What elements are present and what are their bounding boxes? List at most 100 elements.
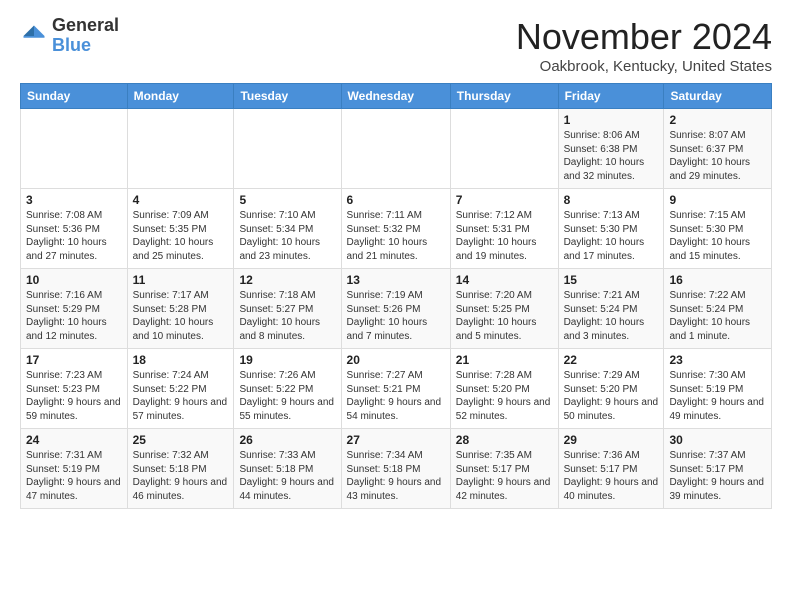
day-number: 13	[347, 273, 445, 287]
day-info: Sunrise: 7:36 AMSunset: 5:17 PMDaylight:…	[564, 449, 659, 503]
calendar-cell: 23Sunrise: 7:30 AMSunset: 5:19 PMDayligh…	[664, 349, 772, 429]
calendar-header-tuesday: Tuesday	[234, 84, 341, 109]
title-block: November 2024 Oakbrook, Kentucky, United…	[516, 16, 772, 75]
day-info: Sunrise: 7:23 AMSunset: 5:23 PMDaylight:…	[26, 369, 122, 423]
calendar-cell	[450, 109, 558, 189]
calendar-cell: 6 Sunrise: 7:11 AMSunset: 5:32 PMDaylight…	[341, 189, 450, 269]
day-number: 23	[669, 353, 766, 367]
day-info: Sunrise: 7:20 AMSunset: 5:25 PMDaylight:…	[456, 289, 553, 343]
day-info: Sunrise: 7:13 AMSunset: 5:30 PMDaylight:…	[564, 209, 659, 263]
day-info: Sunrise: 7:37 AMSunset: 5:17 PMDaylight:…	[669, 449, 766, 503]
calendar-cell: 15 Sunrise: 7:21 AMSunset: 5:24 PMDayligh…	[558, 269, 664, 349]
calendar-header-saturday: Saturday	[664, 84, 772, 109]
day-info: Sunrise: 7:33 AMSunset: 5:18 PMDaylight:…	[239, 449, 335, 503]
day-number: 17	[26, 353, 122, 367]
day-number: 6	[347, 193, 445, 207]
day-number: 28	[456, 433, 553, 447]
calendar-cell: 3 Sunrise: 7:08 AMSunset: 5:36 PMDaylight…	[21, 189, 128, 269]
day-number: 26	[239, 433, 335, 447]
page: General Blue November 2024 Oakbrook, Ken…	[0, 0, 792, 519]
day-number: 9	[669, 193, 766, 207]
logo-text: General Blue	[52, 16, 119, 56]
day-info: Sunrise: 7:26 AMSunset: 5:22 PMDaylight:…	[239, 369, 335, 423]
day-info: Sunrise: 7:22 AMSunset: 5:24 PMDaylight:…	[669, 289, 766, 343]
day-info: Sunrise: 7:18 AMSunset: 5:27 PMDaylight:…	[239, 289, 335, 343]
day-number: 4	[133, 193, 229, 207]
day-info: Sunrise: 7:19 AMSunset: 5:26 PMDaylight:…	[347, 289, 445, 343]
day-number: 1	[564, 113, 659, 127]
day-number: 14	[456, 273, 553, 287]
calendar-cell	[341, 109, 450, 189]
day-number: 16	[669, 273, 766, 287]
calendar-cell: 7 Sunrise: 7:12 AMSunset: 5:31 PMDaylight…	[450, 189, 558, 269]
day-number: 19	[239, 353, 335, 367]
calendar-week-3: 10 Sunrise: 7:16 AMSunset: 5:29 PMDayligh…	[21, 269, 772, 349]
calendar-cell: 14 Sunrise: 7:20 AMSunset: 5:25 PMDayligh…	[450, 269, 558, 349]
day-info: Sunrise: 7:08 AMSunset: 5:36 PMDaylight:…	[26, 209, 122, 263]
day-info: Sunrise: 7:28 AMSunset: 5:20 PMDaylight:…	[456, 369, 553, 423]
calendar-cell: 21 Sunrise: 7:28 AMSunset: 5:20 PMDayligh…	[450, 349, 558, 429]
calendar-cell: 29Sunrise: 7:36 AMSunset: 5:17 PMDayligh…	[558, 429, 664, 509]
day-info: Sunrise: 7:11 AMSunset: 5:32 PMDaylight:…	[347, 209, 445, 263]
day-number: 27	[347, 433, 445, 447]
day-number: 24	[26, 433, 122, 447]
day-number: 7	[456, 193, 553, 207]
day-info: Sunrise: 7:12 AMSunset: 5:31 PMDaylight:…	[456, 209, 553, 263]
day-info: Sunrise: 7:21 AMSunset: 5:24 PMDaylight:…	[564, 289, 659, 343]
calendar-cell: 9 Sunrise: 7:15 AMSunset: 5:30 PMDaylight…	[664, 189, 772, 269]
day-number: 22	[564, 353, 659, 367]
calendar-cell: 30 Sunrise: 7:37 AMSunset: 5:17 PMDayligh…	[664, 429, 772, 509]
day-info: Sunrise: 7:31 AMSunset: 5:19 PMDaylight:…	[26, 449, 122, 503]
calendar-cell	[21, 109, 128, 189]
day-info: Sunrise: 7:34 AMSunset: 5:18 PMDaylight:…	[347, 449, 445, 503]
calendar-week-2: 3 Sunrise: 7:08 AMSunset: 5:36 PMDaylight…	[21, 189, 772, 269]
calendar-table: SundayMondayTuesdayWednesdayThursdayFrid…	[20, 83, 772, 509]
calendar-week-4: 17 Sunrise: 7:23 AMSunset: 5:23 PMDayligh…	[21, 349, 772, 429]
calendar-cell	[234, 109, 341, 189]
logo-blue-text: Blue	[52, 35, 91, 55]
day-info: Sunrise: 7:35 AMSunset: 5:17 PMDaylight:…	[456, 449, 553, 503]
calendar-cell: 17 Sunrise: 7:23 AMSunset: 5:23 PMDayligh…	[21, 349, 128, 429]
calendar-header-row: SundayMondayTuesdayWednesdayThursdayFrid…	[21, 84, 772, 109]
calendar-cell: 28 Sunrise: 7:35 AMSunset: 5:17 PMDayligh…	[450, 429, 558, 509]
logo: General Blue	[20, 16, 119, 56]
calendar-week-5: 24 Sunrise: 7:31 AMSunset: 5:19 PMDayligh…	[21, 429, 772, 509]
day-number: 5	[239, 193, 335, 207]
calendar-header-friday: Friday	[558, 84, 664, 109]
calendar-cell: 2 Sunrise: 8:07 AMSunset: 6:37 PMDaylight…	[664, 109, 772, 189]
day-info: Sunrise: 8:06 AMSunset: 6:38 PMDaylight:…	[564, 129, 659, 183]
day-number: 18	[133, 353, 229, 367]
day-info: Sunrise: 7:16 AMSunset: 5:29 PMDaylight:…	[26, 289, 122, 343]
day-number: 20	[347, 353, 445, 367]
calendar-cell: 25Sunrise: 7:32 AMSunset: 5:18 PMDayligh…	[127, 429, 234, 509]
calendar-cell: 27 Sunrise: 7:34 AMSunset: 5:18 PMDayligh…	[341, 429, 450, 509]
day-info: Sunrise: 7:24 AMSunset: 5:22 PMDaylight:…	[133, 369, 229, 423]
day-info: Sunrise: 7:09 AMSunset: 5:35 PMDaylight:…	[133, 209, 229, 263]
day-info: Sunrise: 7:15 AMSunset: 5:30 PMDaylight:…	[669, 209, 766, 263]
day-number: 2	[669, 113, 766, 127]
header: General Blue November 2024 Oakbrook, Ken…	[20, 16, 772, 75]
calendar-cell	[127, 109, 234, 189]
calendar-cell: 5Sunrise: 7:10 AMSunset: 5:34 PMDaylight…	[234, 189, 341, 269]
day-number: 15	[564, 273, 659, 287]
calendar-cell: 10 Sunrise: 7:16 AMSunset: 5:29 PMDayligh…	[21, 269, 128, 349]
day-info: Sunrise: 8:07 AMSunset: 6:37 PMDaylight:…	[669, 129, 766, 183]
calendar-cell: 4 Sunrise: 7:09 AMSunset: 5:35 PMDaylight…	[127, 189, 234, 269]
day-number: 25	[133, 433, 229, 447]
day-number: 12	[239, 273, 335, 287]
month-title: November 2024	[516, 16, 772, 58]
calendar-week-1: 1 Sunrise: 8:06 AMSunset: 6:38 PMDaylight…	[21, 109, 772, 189]
calendar-cell: 16 Sunrise: 7:22 AMSunset: 5:24 PMDayligh…	[664, 269, 772, 349]
day-number: 21	[456, 353, 553, 367]
day-number: 11	[133, 273, 229, 287]
day-number: 3	[26, 193, 122, 207]
day-number: 10	[26, 273, 122, 287]
calendar-cell: 24 Sunrise: 7:31 AMSunset: 5:19 PMDayligh…	[21, 429, 128, 509]
calendar-header-monday: Monday	[127, 84, 234, 109]
day-number: 30	[669, 433, 766, 447]
calendar-header-wednesday: Wednesday	[341, 84, 450, 109]
calendar-cell: 18 Sunrise: 7:24 AMSunset: 5:22 PMDayligh…	[127, 349, 234, 429]
calendar-cell: 12 Sunrise: 7:18 AMSunset: 5:27 PMDayligh…	[234, 269, 341, 349]
calendar-header-thursday: Thursday	[450, 84, 558, 109]
day-info: Sunrise: 7:17 AMSunset: 5:28 PMDaylight:…	[133, 289, 229, 343]
